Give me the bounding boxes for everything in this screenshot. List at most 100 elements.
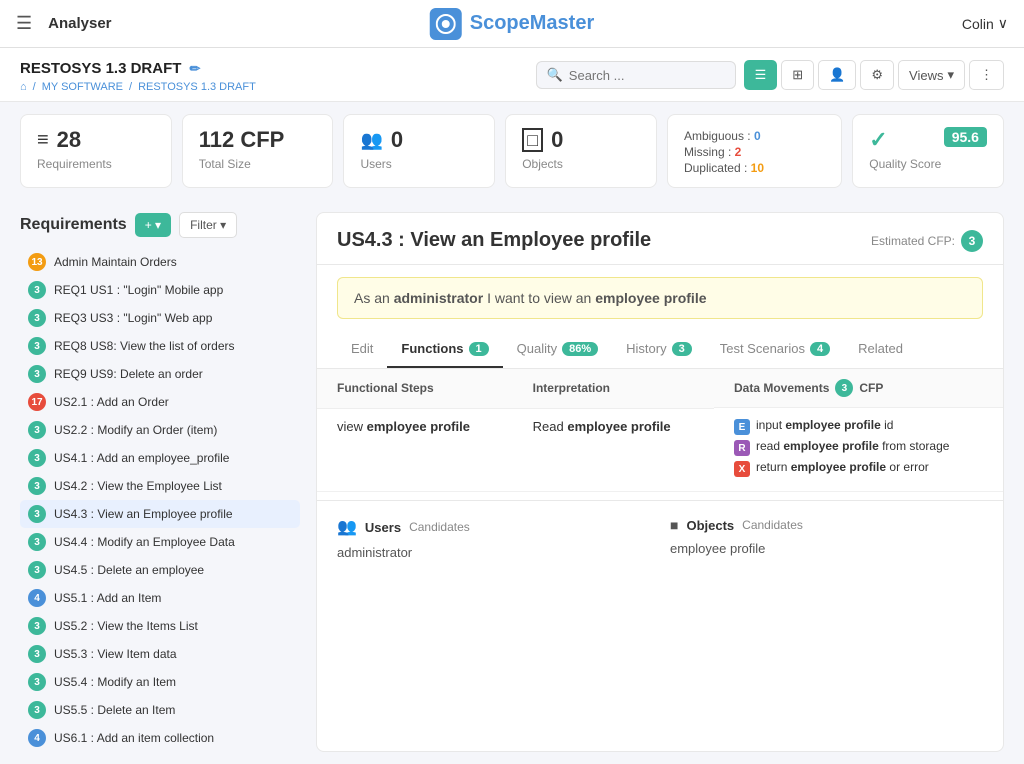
- add-requirement-button[interactable]: + ▾: [135, 213, 171, 237]
- req-badge: 3: [28, 617, 46, 635]
- tab-badge: 4: [810, 342, 830, 356]
- dm-type-badge: R: [734, 440, 750, 456]
- req-item-label: US2.1 : Add an Order: [54, 395, 169, 409]
- list-item[interactable]: 3REQ8 US8: View the list of orders: [20, 332, 300, 360]
- req-badge: 3: [28, 561, 46, 579]
- list-item[interactable]: 3US4.2 : View the Employee List: [20, 472, 300, 500]
- req-badge: 3: [28, 701, 46, 719]
- col-data-movements: Data Movements 3 CFP: [714, 369, 1003, 408]
- search-input[interactable]: [569, 68, 725, 83]
- page-title: RESTOSYS 1.3 DRAFT ✏: [20, 60, 256, 77]
- search-icon: 🔍: [547, 67, 563, 83]
- tab-related[interactable]: Related: [844, 331, 917, 368]
- list-item[interactable]: 3US5.4 : Modify an Item: [20, 668, 300, 696]
- list-item[interactable]: 3REQ1 US1 : "Login" Mobile app: [20, 276, 300, 304]
- step-cell: view employee profile: [317, 408, 513, 492]
- list-item[interactable]: 3US4.4 : Modify an Employee Data: [20, 528, 300, 556]
- req-badge: 3: [28, 645, 46, 663]
- tab-badge: 1: [469, 342, 489, 356]
- cfp-table-badge: 3: [835, 379, 853, 397]
- objects-candidates: ■ Objects Candidates employee profile: [670, 517, 983, 560]
- user-story-box: As an administrator I want to view an em…: [337, 277, 983, 319]
- req-item-label: US4.1 : Add an employee_profile: [54, 451, 229, 465]
- tab-test-scenarios[interactable]: Test Scenarios4: [706, 331, 844, 368]
- list-item[interactable]: 3REQ9 US9: Delete an order: [20, 360, 300, 388]
- search-box[interactable]: 🔍: [536, 61, 736, 89]
- filter-button[interactable]: Filter ▾: [179, 212, 237, 238]
- us-actor: administrator: [394, 290, 483, 306]
- grid-icon: ⊞: [792, 67, 803, 83]
- person-icon: 👤: [829, 67, 845, 83]
- list-item[interactable]: 17US2.1 : Add an Order: [20, 388, 300, 416]
- list-item[interactable]: 3US5.3 : View Item data: [20, 640, 300, 668]
- breadcrumb-current: RESTOSYS 1.3 DRAFT: [138, 81, 256, 93]
- breadcrumb-my-software[interactable]: MY SOFTWARE: [42, 81, 123, 93]
- quality-score-badge: 95.6: [944, 127, 987, 147]
- page-title-area: RESTOSYS 1.3 DRAFT ✏ ⌂ / MY SOFTWARE / R…: [20, 60, 256, 93]
- list-item[interactable]: 4 US6.1 : Add an item collection: [20, 724, 300, 752]
- list-item[interactable]: 3US4.5 : Delete an employee: [20, 556, 300, 584]
- tab-quality[interactable]: Quality86%: [503, 331, 613, 368]
- tab-label: Edit: [351, 341, 373, 356]
- functional-table: Functional Steps Interpretation Data Mov…: [317, 369, 1003, 492]
- requirements-header: Requirements + ▾ Filter ▾: [20, 212, 300, 238]
- req-item-label: Admin Maintain Orders: [54, 255, 177, 269]
- req-item-label: REQ3 US3 : "Login" Web app: [54, 311, 212, 325]
- duplicated-value[interactable]: 10: [751, 161, 764, 175]
- views-button[interactable]: Views ▾: [898, 60, 965, 90]
- list-item[interactable]: 3 REQ3 US3 : "Login" Web app: [20, 304, 300, 332]
- list-item[interactable]: 4US5.1 : Add an Item: [20, 584, 300, 612]
- list-item[interactable]: 3US5.2 : View the Items List: [20, 612, 300, 640]
- ambiguous-value[interactable]: 0: [754, 129, 761, 143]
- tabs: Edit Functions 1 Quality86%History3Test Sce…: [317, 331, 1003, 369]
- users-value: 0: [391, 127, 403, 153]
- req-badge: 3: [28, 505, 46, 523]
- grid-view-button[interactable]: ⊞: [781, 60, 814, 90]
- list-item[interactable]: 3US4.1 : Add an employee_profile: [20, 444, 300, 472]
- list-item[interactable]: 3US4.3 : View an Employee profile: [20, 500, 300, 528]
- estimated-cfp-label: Estimated CFP:: [871, 234, 955, 248]
- tab-history[interactable]: History3: [612, 331, 706, 368]
- tab-functions[interactable]: Functions 1: [387, 331, 502, 368]
- more-button[interactable]: ⋮: [969, 60, 1004, 90]
- home-icon[interactable]: ⌂: [20, 81, 27, 93]
- edit-title-icon[interactable]: ✏: [189, 61, 200, 77]
- users-candidates-value: administrator: [337, 545, 650, 560]
- users-label: Users: [360, 157, 478, 171]
- tab-label: Functions: [401, 341, 463, 356]
- req-badge: 3: [28, 673, 46, 691]
- user-menu[interactable]: Colin ∨: [962, 15, 1008, 32]
- req-item-label: REQ9 US9: Delete an order: [54, 367, 203, 381]
- req-badge: 3: [28, 281, 46, 299]
- list-view-button[interactable]: ☰: [744, 60, 778, 90]
- stat-issues: Ambiguous : 0 Missing : 2 Duplicated : 1…: [667, 114, 842, 188]
- logo-text: ScopeMaster: [470, 12, 595, 35]
- candidates-section: 👥 Users Candidates administrator ■ Objec…: [317, 500, 1003, 576]
- missing-value[interactable]: 2: [735, 145, 742, 159]
- page-header: RESTOSYS 1.3 DRAFT ✏ ⌂ / MY SOFTWARE / R…: [0, 48, 1024, 102]
- stats-row: ≡ 28 Requirements 112 CFP Total Size 👥 0…: [0, 102, 1024, 200]
- data-movements-cell: Einput employee profile id Rread employee…: [714, 408, 1003, 492]
- req-badge: 4: [28, 729, 46, 747]
- list-item[interactable]: 3 US5.5 : Delete an Item: [20, 696, 300, 724]
- data-movement-item: Rread employee profile from storage: [734, 439, 983, 456]
- stat-objects: □ 0 Objects: [505, 114, 657, 188]
- req-badge: 3: [28, 309, 46, 327]
- users-icon: 👥: [360, 130, 382, 151]
- requirements-value: 28: [57, 127, 81, 153]
- data-movement-item: Einput employee profile id: [734, 418, 983, 435]
- list-item[interactable]: 3US2.2 : Modify an Order (item): [20, 416, 300, 444]
- person-button[interactable]: 👤: [818, 60, 856, 90]
- settings-icon: ⚙: [871, 67, 883, 83]
- list-icon: ☰: [755, 67, 767, 83]
- app-title: Analyser: [48, 15, 111, 32]
- req-item-label: US6.1 : Add an item collection: [54, 731, 214, 745]
- requirements-label: Requirements: [37, 157, 155, 171]
- tab-edit[interactable]: Edit: [337, 331, 387, 368]
- req-item-label: US5.5 : Delete an Item: [54, 703, 175, 717]
- list-item[interactable]: 13Admin Maintain Orders: [20, 248, 300, 276]
- settings-button[interactable]: ⚙: [860, 60, 894, 90]
- req-item-label: REQ8 US8: View the list of orders: [54, 339, 235, 353]
- us-prefix: As an: [354, 290, 390, 306]
- menu-icon[interactable]: ☰: [16, 13, 32, 34]
